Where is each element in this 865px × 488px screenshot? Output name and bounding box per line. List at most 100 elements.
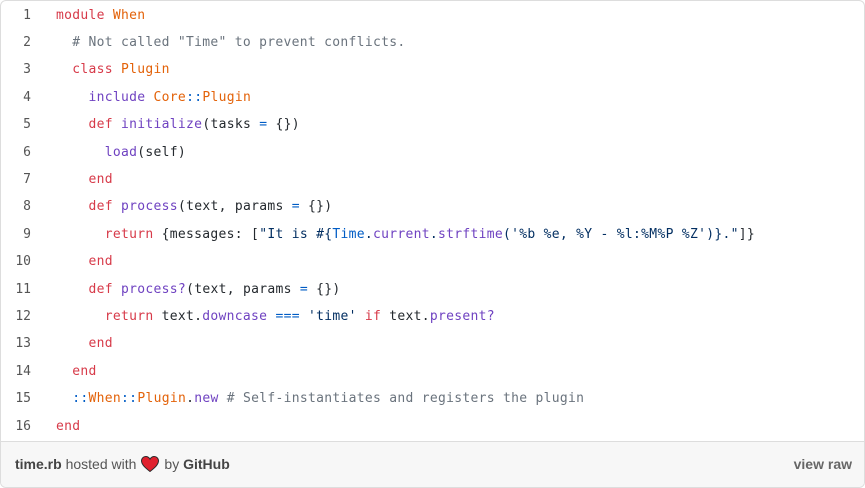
code-token: def bbox=[88, 117, 113, 133]
code-token: # Self-instantiates and registers the pl… bbox=[218, 391, 585, 407]
code-line: 2 # Not called "Time" to prevent conflic… bbox=[1, 29, 864, 56]
line-number[interactable]: 8 bbox=[1, 199, 41, 214]
code-token: = bbox=[299, 281, 308, 297]
line-number[interactable]: 11 bbox=[1, 282, 41, 297]
code-token: end bbox=[88, 172, 113, 188]
code-block: 1 module When 2 # Not called "Time" to pre… bbox=[1, 1, 864, 441]
code-line: 6 load(self) bbox=[1, 139, 864, 166]
code-token: load bbox=[104, 144, 138, 160]
line-number[interactable]: 14 bbox=[1, 364, 41, 379]
code-line: 4 include Core::Plugin bbox=[1, 84, 864, 111]
code-token: 'time' bbox=[307, 309, 357, 325]
line-number[interactable]: 4 bbox=[1, 90, 41, 105]
code-token: new bbox=[194, 391, 219, 407]
code-line: 16 end bbox=[1, 413, 864, 440]
code-text: ::When::Plugin.new # Self-instantiates a… bbox=[56, 391, 584, 406]
code-text: def process?(text, params = {}) bbox=[56, 282, 341, 297]
code-token: {}) bbox=[267, 117, 300, 133]
gist-meta: time.rb hosted with by GitHub bbox=[15, 456, 230, 472]
code-token: return bbox=[104, 226, 154, 242]
code-text: end bbox=[56, 254, 113, 269]
code-token: end bbox=[88, 254, 113, 270]
code-text: # Not called "Time" to prevent conflicts… bbox=[56, 35, 405, 50]
line-number[interactable]: 6 bbox=[1, 145, 41, 160]
code-token: (self) bbox=[137, 144, 187, 160]
code-token: :: bbox=[186, 89, 203, 105]
line-number[interactable]: 7 bbox=[1, 172, 41, 187]
gist-footer: time.rb hosted with by GitHub view raw bbox=[1, 441, 864, 487]
view-raw-link[interactable]: view raw bbox=[794, 456, 852, 472]
line-number[interactable]: 5 bbox=[1, 117, 41, 132]
hosted-with-label: hosted with bbox=[65, 456, 137, 472]
code-token: === bbox=[275, 309, 300, 325]
line-number[interactable]: 16 bbox=[1, 419, 41, 434]
code-text: load(self) bbox=[56, 145, 186, 160]
code-text: class Plugin bbox=[56, 62, 170, 77]
code-token: class bbox=[72, 62, 113, 78]
line-number[interactable]: 9 bbox=[1, 227, 41, 242]
code-line: 7 end bbox=[1, 166, 864, 193]
code-text: end bbox=[56, 419, 80, 434]
file-name-link[interactable]: time.rb bbox=[15, 456, 62, 472]
code-text: return {messages: ["It is #{Time.current… bbox=[56, 227, 755, 242]
code-token: . bbox=[429, 226, 439, 242]
code-token: (text, params bbox=[177, 199, 292, 215]
code-token: (tasks bbox=[202, 117, 260, 133]
github-link[interactable]: GitHub bbox=[183, 456, 230, 472]
heart-icon bbox=[141, 456, 160, 472]
code-token: end bbox=[56, 418, 81, 434]
code-token: . bbox=[364, 226, 373, 242]
code-token: def bbox=[88, 199, 113, 215]
code-token: (text, params bbox=[186, 281, 300, 297]
code-text: include Core::Plugin bbox=[56, 90, 251, 105]
line-number[interactable]: 1 bbox=[1, 8, 41, 23]
line-number[interactable]: 2 bbox=[1, 35, 41, 50]
code-token: = bbox=[291, 199, 300, 215]
code-token: current bbox=[372, 226, 430, 242]
code-token: When bbox=[88, 391, 122, 407]
code-line: 8 def process(text, params = {}) bbox=[1, 193, 864, 220]
code-line: 3 class Plugin bbox=[1, 56, 864, 83]
code-token: return bbox=[104, 309, 154, 325]
code-line: 1 module When bbox=[1, 2, 864, 29]
code-text: end bbox=[56, 172, 113, 187]
by-label: by bbox=[164, 456, 180, 472]
line-number[interactable]: 10 bbox=[1, 254, 41, 269]
line-number[interactable]: 13 bbox=[1, 336, 41, 351]
line-number[interactable]: 3 bbox=[1, 62, 41, 77]
line-number[interactable]: 12 bbox=[1, 309, 41, 324]
code-text: end bbox=[56, 364, 97, 379]
code-token: module bbox=[56, 7, 105, 23]
code-token: "It is #{ bbox=[259, 226, 333, 242]
code-token: include bbox=[88, 89, 146, 105]
line-number[interactable]: 15 bbox=[1, 391, 41, 406]
code-line: 13 end bbox=[1, 330, 864, 357]
code-token: initialize bbox=[121, 117, 203, 133]
code-token: if bbox=[364, 309, 382, 325]
code-token: downcase bbox=[202, 309, 268, 325]
code-token: . bbox=[186, 391, 195, 407]
code-token: end bbox=[88, 336, 113, 352]
code-token: When bbox=[112, 7, 146, 23]
code-line: 9 return {messages: ["It is #{Time.curre… bbox=[1, 221, 864, 248]
code-token: {}) bbox=[307, 281, 341, 297]
code-token: :: bbox=[72, 391, 89, 407]
code-token: Plugin bbox=[121, 62, 170, 78]
code-token: text. bbox=[153, 309, 203, 325]
code-text: def process(text, params = {}) bbox=[56, 199, 333, 215]
